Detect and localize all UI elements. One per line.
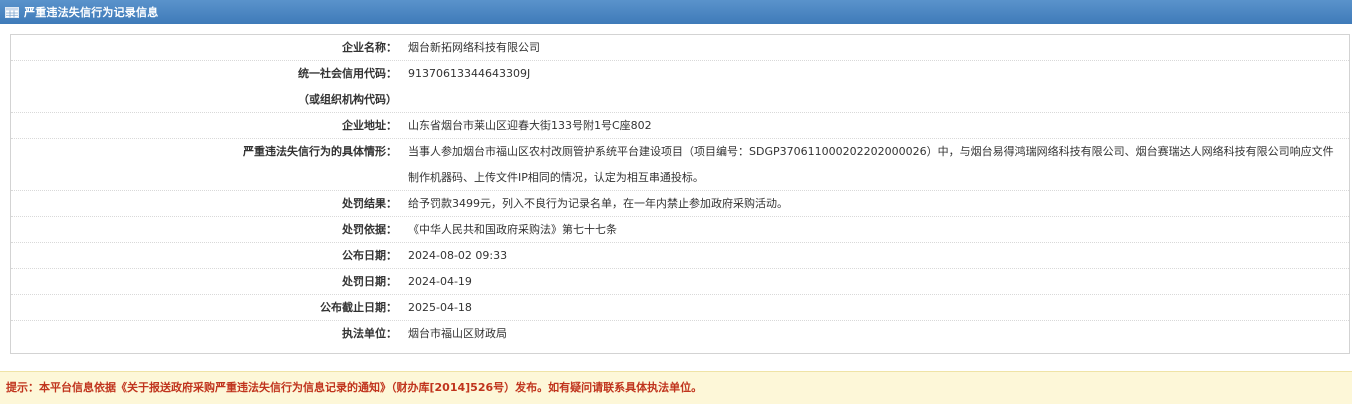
penalty-date-value: 2024-04-19	[408, 275, 472, 288]
penalty-basis-label: 处罚依据：	[342, 223, 397, 236]
row-enforcement-unit: 执法单位： 烟台市福山区财政局	[11, 321, 1349, 347]
page: 严重违法失信行为记录信息 企业名称： 烟台新拓网络科技有限公司 统一社会信用代码…	[0, 0, 1352, 405]
situation-label: 严重违法失信行为的具体情形：	[243, 145, 397, 158]
title-bar: 严重违法失信行为记录信息	[0, 0, 1352, 24]
row-penalty-date: 处罚日期： 2024-04-19	[11, 269, 1349, 295]
penalty-result-value: 给予罚款3499元，列入不良行为记录名单，在一年内禁止参加政府采购活动。	[408, 197, 788, 210]
row-credit-code: 统一社会信用代码： （或组织机构代码） 91370613344643309J	[11, 61, 1349, 113]
enforcement-unit-label: 执法单位：	[342, 327, 397, 340]
credit-code-label-group: 统一社会信用代码： （或组织机构代码）	[11, 61, 408, 112]
enforcement-unit-value: 烟台市福山区财政局	[408, 327, 507, 340]
credit-code-label-sub: （或组织机构代码）	[298, 93, 397, 106]
row-penalty-result: 处罚结果： 给予罚款3499元，列入不良行为记录名单，在一年内禁止参加政府采购活…	[11, 191, 1349, 217]
row-publish-date: 公布日期： 2024-08-02 09:33	[11, 243, 1349, 269]
publish-end-date-value: 2025-04-18	[408, 301, 472, 314]
publish-date-label: 公布日期：	[342, 249, 397, 262]
row-situation: 严重违法失信行为的具体情形： 当事人参加烟台市福山区农村改厕管护系统平台建设项目…	[11, 139, 1349, 191]
credit-code-label: 统一社会信用代码：	[298, 67, 397, 80]
row-penalty-basis: 处罚依据： 《中华人民共和国政府采购法》第七十七条	[11, 217, 1349, 243]
record-panel: 企业名称： 烟台新拓网络科技有限公司 统一社会信用代码： （或组织机构代码） 9…	[10, 34, 1350, 354]
notice-bar: 提示：本平台信息依据《关于报送政府采购严重违法失信行为信息记录的通知》（财办库[…	[0, 371, 1352, 404]
row-publish-end-date: 公布截止日期： 2025-04-18	[11, 295, 1349, 321]
situation-value: 当事人参加烟台市福山区农村改厕管护系统平台建设项目（项目编号：SDGP37061…	[408, 145, 1334, 184]
address-value: 山东省烟台市莱山区迎春大街133号附1号C座802	[408, 119, 652, 132]
table-icon	[5, 6, 19, 18]
page-title: 严重违法失信行为记录信息	[24, 6, 159, 19]
row-address: 企业地址： 山东省烟台市莱山区迎春大街133号附1号C座802	[11, 113, 1349, 139]
penalty-basis-value: 《中华人民共和国政府采购法》第七十七条	[408, 223, 617, 236]
company-name-value: 烟台新拓网络科技有限公司	[408, 41, 540, 54]
penalty-date-label: 处罚日期：	[342, 275, 397, 288]
row-company-name: 企业名称： 烟台新拓网络科技有限公司	[11, 35, 1349, 61]
publish-date-value: 2024-08-02 09:33	[408, 249, 508, 262]
company-name-label: 企业名称：	[342, 41, 397, 54]
penalty-result-label: 处罚结果：	[342, 197, 397, 210]
credit-code-value: 91370613344643309J	[408, 67, 531, 80]
publish-end-date-label: 公布截止日期：	[320, 301, 397, 314]
address-label: 企业地址：	[342, 119, 397, 132]
